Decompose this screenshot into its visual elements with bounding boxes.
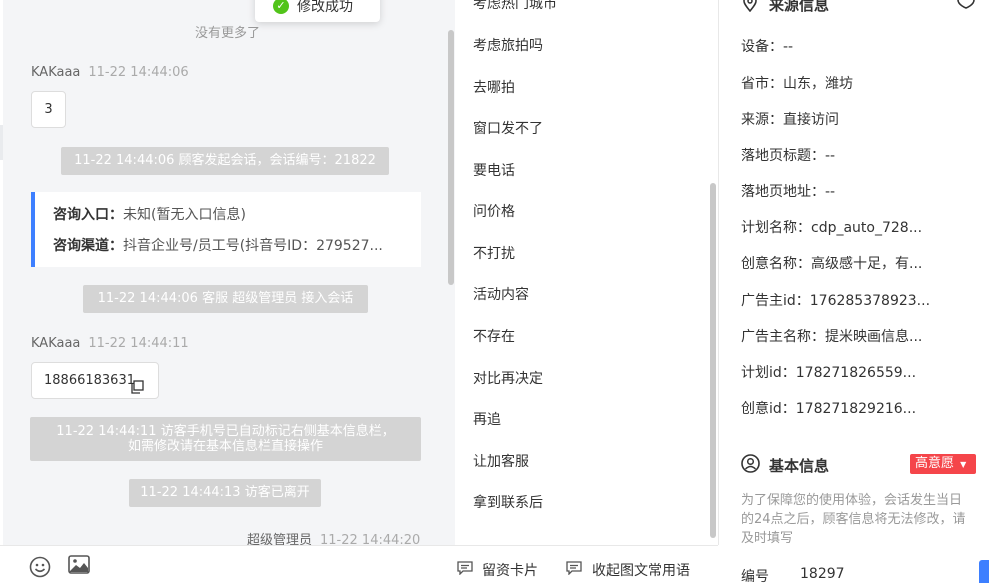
consult-channel-row: 咨询渠道：抖音企业号/员工号(抖音号ID：279527... xyxy=(53,235,421,266)
phrase-item[interactable]: 不存在 xyxy=(473,326,515,346)
quick-phrases-panel: 考虑热门城市 考虑旅拍吗 去哪拍 窗口发不了 要电话 问价格 不打扰 活动内容 … xyxy=(455,0,719,545)
chat-edge xyxy=(0,0,3,545)
collapse-icon[interactable] xyxy=(566,561,582,576)
chat-panel: 没有更多了 KAKaaa 11-22 14:44:06 3 11-22 14:44… xyxy=(0,0,456,545)
chat-toolbar xyxy=(0,545,455,584)
card-icon[interactable] xyxy=(457,561,473,576)
message-time: 11-22 14:44:20 xyxy=(320,533,421,545)
phrase-item[interactable]: 活动内容 xyxy=(473,284,529,304)
consult-channel-label: 咨询渠道： xyxy=(53,238,123,254)
intent-tag[interactable]: 高意愿 ▼ xyxy=(910,454,976,474)
number-value: 18297 xyxy=(800,566,845,582)
source-field-creative-id: 创意id：178271829216... xyxy=(741,401,917,417)
phrase-item[interactable]: 对比再决定 xyxy=(473,368,543,388)
phrase-item[interactable]: 考虑旅拍吗 xyxy=(473,35,543,55)
phrase-item[interactable]: 去哪拍 xyxy=(473,77,515,97)
phrase-item[interactable]: 问价格 xyxy=(473,201,515,221)
message-sender: 超级管理员 11-22 14:44:20 xyxy=(247,529,420,545)
source-field-landing-title: 落地页标题：-- xyxy=(741,148,836,164)
source-field-landing-url: 落地页地址：-- xyxy=(741,184,836,200)
copy-icon[interactable] xyxy=(130,373,144,394)
no-more-text: 没有更多了 xyxy=(194,26,260,41)
user-icon xyxy=(741,454,760,473)
phone-number: 18866183631 xyxy=(44,373,135,388)
collapse-phrases-button[interactable]: 收起图文常用语 xyxy=(592,560,690,580)
consult-entry-value: 未知(暂无入口信息) xyxy=(123,207,246,223)
message-sender: KAKaaa 11-22 14:44:11 xyxy=(31,336,189,351)
source-field-plan-name: 计划名称：cdp_auto_728... xyxy=(741,220,923,236)
sender-name: KAKaaa xyxy=(31,65,81,80)
source-info-title: 来源信息 xyxy=(769,0,830,14)
toast-text: 修改成功 xyxy=(297,0,353,15)
emoji-icon[interactable] xyxy=(29,556,51,578)
system-message-line: 11-22 14:44:11 访客手机号已自动标记右侧基本信息栏， xyxy=(56,424,395,439)
consult-entry-label: 咨询入口： xyxy=(53,207,123,223)
chat-edge-notch xyxy=(0,125,3,160)
location-icon xyxy=(741,0,759,13)
phrase-item[interactable]: 让加客服 xyxy=(473,451,529,471)
system-message: 11-22 14:44:13 访客已离开 xyxy=(129,479,321,507)
phrase-item[interactable]: 拿到联系后 xyxy=(473,492,543,512)
source-field-city: 省市：山东，潍坊 xyxy=(741,76,853,92)
consult-channel-value: 抖音企业号/员工号(抖音号ID：279527... xyxy=(123,238,383,254)
caret-down-icon: ▼ xyxy=(960,460,967,469)
image-icon[interactable] xyxy=(68,555,90,575)
system-message: 11-22 14:44:06 客服 超级管理员 接入会话 xyxy=(83,285,368,313)
chat-scrollbar[interactable] xyxy=(448,30,454,285)
phrase-item[interactable]: 再追 xyxy=(473,409,501,429)
shield-icon[interactable] xyxy=(956,0,976,10)
phone-message-bubble[interactable]: 18866183631 xyxy=(31,362,159,399)
source-field-advertiser-name: 广告主名称：提米映画信息... xyxy=(741,329,923,345)
consult-entry-row: 咨询入口：未知(暂无入口信息) xyxy=(53,204,421,235)
phrases-scrollbar[interactable] xyxy=(710,183,716,538)
source-field-origin: 来源：直接访问 xyxy=(741,112,839,128)
basic-info-note: 为了保障您的使用体验，会话发生当日的24点之后，顾客信息将无法修改，请及时填写 xyxy=(741,493,966,546)
customer-info-panel: 来源信息 设备：-- 省市：山东，潍坊 来源：直接访问 落地页标题：-- 落地页… xyxy=(719,0,989,583)
intent-tag-label: 高意愿 xyxy=(915,456,955,471)
basic-info-title: 基本信息 xyxy=(769,457,830,475)
message-time: 11-22 14:44:06 xyxy=(88,65,189,80)
source-field-creative-name: 创意名称：高级感十足，有... xyxy=(741,256,923,272)
source-field-plan-id: 计划id：178271826559... xyxy=(741,365,917,381)
number-label: 编号 xyxy=(741,569,769,583)
success-toast: ✓ 修改成功 xyxy=(255,0,380,22)
system-message-line: 如需修改请在基本信息栏直接操作 xyxy=(127,439,323,454)
message-bubble[interactable]: 3 xyxy=(31,91,66,128)
sender-name: 超级管理员 xyxy=(247,533,313,545)
message-time: 11-22 14:44:11 xyxy=(88,336,189,351)
system-message: 11-22 14:44:11 访客手机号已自动标记右侧基本信息栏， 如需修改请在… xyxy=(30,417,421,461)
phrase-item[interactable]: 窗口发不了 xyxy=(473,118,543,138)
sender-name: KAKaaa xyxy=(31,336,81,351)
floating-action-edge[interactable] xyxy=(979,560,989,583)
system-message: 11-22 14:44:06 顾客发起会话，会话编号：21822 xyxy=(61,147,389,175)
phrases-bottom-bar: 留资卡片 收起图文常用语 xyxy=(455,545,718,584)
phrase-item[interactable]: 考虑热门城市 xyxy=(473,0,557,13)
lead-card-button[interactable]: 留资卡片 xyxy=(482,560,538,580)
consult-info-card: 咨询入口：未知(暂无入口信息) 咨询渠道：抖音企业号/员工号(抖音号ID：279… xyxy=(31,192,421,267)
source-field-advertiser-id: 广告主id：176285378923... xyxy=(741,293,931,309)
message-sender: KAKaaa 11-22 14:44:06 xyxy=(31,65,189,80)
phrase-item[interactable]: 要电话 xyxy=(473,160,515,180)
phrase-item[interactable]: 不打扰 xyxy=(473,243,515,263)
source-field-device: 设备：-- xyxy=(741,39,794,55)
check-icon: ✓ xyxy=(273,0,289,14)
